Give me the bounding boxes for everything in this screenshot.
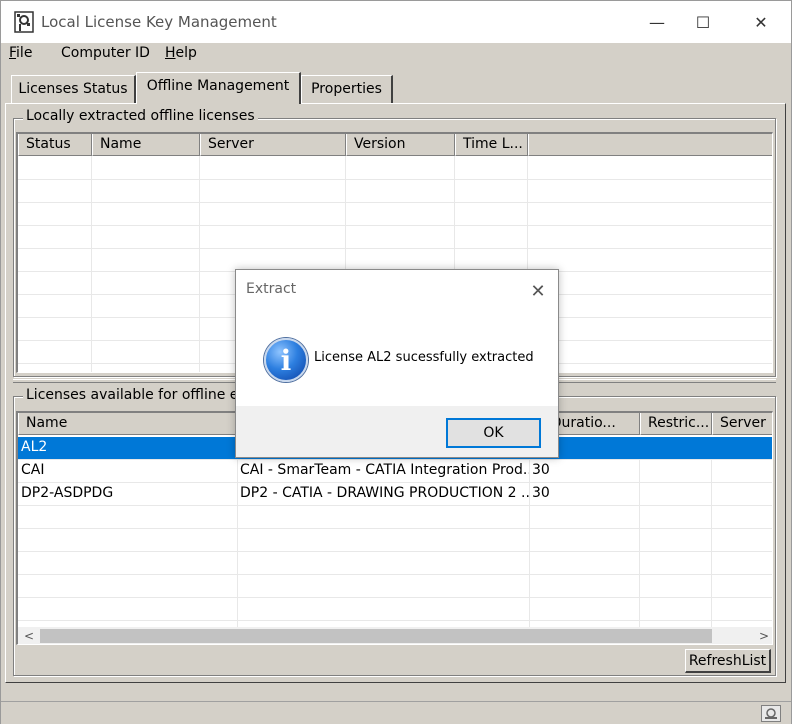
scroll-right-button[interactable]: > [755, 627, 772, 644]
grid-line [18, 179, 772, 180]
info-icon-glyph: i [280, 343, 292, 377]
minimize-icon: — [649, 12, 665, 32]
maximize-button[interactable]: ☐ [688, 9, 718, 35]
menu-bar: File Computer ID Help [1, 43, 791, 65]
row-duration: 30 [532, 485, 550, 501]
grid-line [711, 459, 712, 627]
app-window: Local License Key Management — ☐ ✕ File … [0, 0, 792, 724]
menu-computer-id[interactable]: Computer ID [61, 45, 150, 61]
close-icon: ✕ [530, 280, 546, 302]
refresh-list-button[interactable]: RefreshList [685, 649, 771, 673]
tab-licenses-status[interactable]: Licenses Status [11, 75, 136, 103]
row-name: CAI [21, 462, 45, 478]
row-description: CAI - SmarTeam - CATIA Integration Prod.… [240, 462, 530, 478]
maximize-icon: ☐ [695, 12, 711, 32]
col-status[interactable]: Status [18, 134, 92, 156]
col-version[interactable]: Version [346, 134, 455, 156]
grid-line [237, 459, 238, 627]
col-name[interactable]: Name [18, 413, 237, 435]
close-button[interactable]: ✕ [746, 9, 776, 35]
grid-line [18, 459, 772, 460]
row-name: AL2 [21, 439, 48, 455]
menu-file[interactable]: File [9, 45, 32, 61]
row-description: DP2 - CATIA - DRAWING PRODUCTION 2 ... [240, 485, 530, 501]
grid-line [18, 620, 772, 621]
grid-line [639, 459, 640, 627]
menu-help-mnemonic: H [165, 45, 176, 61]
table-row[interactable]: CAI CAI - SmarTeam - CATIA Integration P… [18, 460, 772, 482]
window-title: Local License Key Management [41, 13, 277, 31]
grid-line [18, 574, 772, 575]
dialog-title: Extract [246, 281, 297, 297]
chevron-right-icon: > [758, 629, 770, 643]
extracted-header: Status Name Server Version Time L... [18, 134, 772, 156]
dialog-body: i License AL2 sucessfully extracted [236, 310, 558, 406]
grid-line [18, 597, 772, 598]
tab-offline-management[interactable]: Offline Management [136, 72, 301, 104]
dialog-close-button[interactable]: ✕ [524, 278, 552, 304]
extracted-group-label: Locally extracted offline licenses [23, 108, 258, 124]
status-indicator-icon [761, 705, 781, 722]
extract-dialog: Extract ✕ i License AL2 sucessfully extr… [235, 269, 559, 458]
grid-line [18, 202, 772, 203]
chevron-left-icon: < [23, 629, 35, 643]
col-filler [528, 134, 772, 156]
dialog-title-bar[interactable]: Extract ✕ [236, 270, 558, 310]
col-server[interactable]: Server [200, 134, 346, 156]
scroll-left-button[interactable]: < [20, 627, 38, 644]
tab-properties[interactable]: Properties [301, 75, 393, 103]
minimize-button[interactable]: — [642, 9, 672, 35]
status-bar [1, 701, 791, 724]
row-duration: 30 [532, 462, 550, 478]
menu-file-rest: ile [16, 45, 33, 61]
info-icon: i [264, 338, 308, 382]
scrollbar-thumb[interactable] [40, 629, 712, 643]
menu-file-mnemonic: F [9, 45, 17, 61]
grid-line [18, 551, 772, 552]
dialog-message: License AL2 sucessfully extracted [314, 350, 534, 365]
table-row[interactable]: DP2-ASDPDG DP2 - CATIA - DRAWING PRODUCT… [18, 483, 772, 505]
menu-help[interactable]: Help [165, 45, 197, 61]
col-name[interactable]: Name [92, 134, 200, 156]
ok-button[interactable]: OK [446, 418, 541, 448]
grid-line [18, 225, 772, 226]
col-time-left[interactable]: Time L... [455, 134, 528, 156]
menu-help-rest: elp [175, 45, 197, 61]
col-server[interactable]: Server [712, 413, 772, 435]
grid-line [529, 459, 530, 627]
col-restrictions[interactable]: Restric... [640, 413, 712, 435]
grid-line [18, 505, 772, 506]
horizontal-scrollbar[interactable]: < > [18, 627, 772, 644]
title-bar[interactable]: Local License Key Management — ☐ ✕ [1, 1, 791, 43]
app-icon [14, 11, 34, 33]
grid-line [18, 528, 772, 529]
close-icon: ✕ [754, 12, 768, 32]
grid-line [199, 156, 200, 372]
grid-line [18, 248, 772, 249]
grid-line [18, 482, 772, 483]
available-group-label: Licenses available for offline ext [23, 387, 255, 403]
row-name: DP2-ASDPDG [21, 485, 114, 501]
grid-line [91, 156, 92, 372]
